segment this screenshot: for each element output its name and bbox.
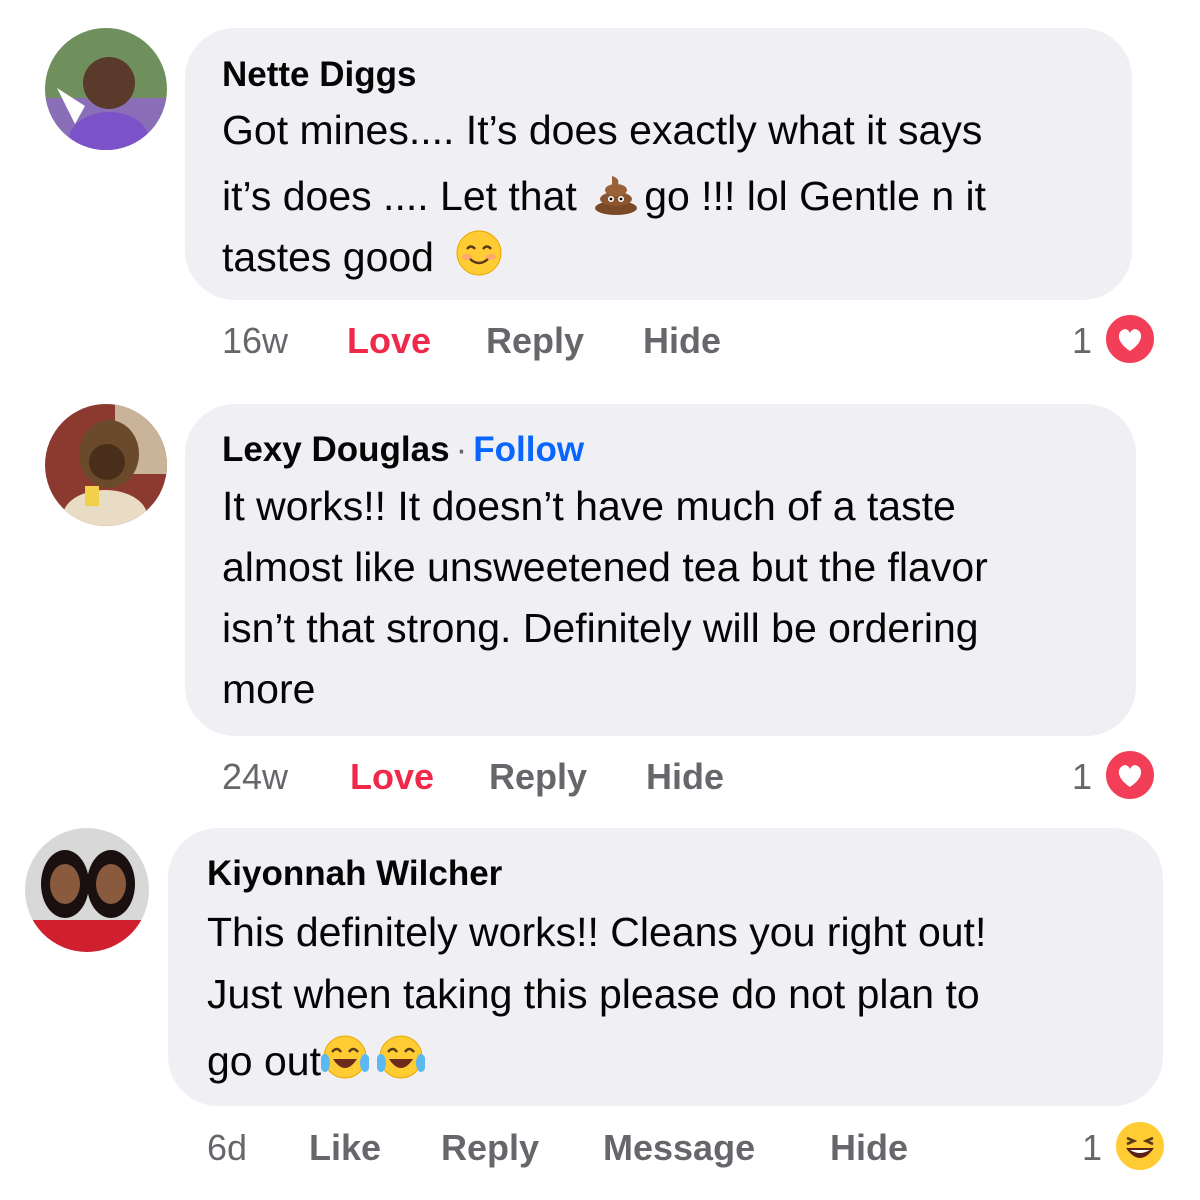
comment-text-line: Just when taking this please do not plan… [207,971,980,1017]
comment-text-line: go out [207,1033,429,1085]
hide-button[interactable]: Hide [830,1127,908,1169]
separator-dot: · [455,430,468,469]
comment-text-line: it’s does .... Let that go !!! lol Gentl… [222,168,986,220]
hide-button[interactable]: Hide [643,320,721,362]
reaction-count[interactable]: 1 [1072,756,1092,798]
love-button[interactable]: Love [347,320,431,362]
smiling-face-emoji [455,229,503,277]
comment-author[interactable]: Kiyonnah Wilcher [207,854,502,894]
comment-text-line: It works!! It doesn’t have much of a tas… [222,483,956,529]
comment-author[interactable]: Lexy Douglas [222,430,450,469]
comment-text-line: almost like unsweetened tea but the flav… [222,544,988,590]
avatar-kiyonnah-wilcher[interactable] [25,828,149,952]
hide-button[interactable]: Hide [646,756,724,798]
comment-actions: 16w Love Reply Hide [222,320,822,364]
avatar-lexy-douglas[interactable] [45,404,167,526]
message-button[interactable]: Message [603,1127,755,1169]
avatar-nette-diggs[interactable] [45,28,167,150]
comment-timestamp[interactable]: 24w [222,756,288,798]
tears-of-joy-emoji [320,1033,370,1081]
haha-reaction-icon[interactable] [1114,1120,1166,1172]
reaction-count[interactable]: 1 [1072,320,1092,362]
reply-button[interactable]: Reply [489,756,587,798]
comment-text-line: tastes good [222,229,507,281]
heart-reaction-icon[interactable] [1104,749,1156,801]
like-button[interactable]: Like [309,1127,381,1169]
comment-timestamp[interactable]: 6d [207,1127,247,1169]
reply-button[interactable]: Reply [486,320,584,362]
reply-button[interactable]: Reply [441,1127,539,1169]
comment-author[interactable]: Nette Diggs [222,55,416,95]
comment-timestamp[interactable]: 16w [222,320,288,362]
love-button[interactable]: Love [350,756,434,798]
follow-button[interactable]: Follow [473,430,584,469]
reaction-count[interactable]: 1 [1082,1127,1102,1169]
comment-actions: 6d Like Reply Message Hide [207,1127,967,1171]
comment-text-line: more [222,666,316,712]
pile-of-poo-emoji [592,168,640,216]
comment-text-line: Got mines.... It’s does exactly what it … [222,107,983,153]
comment-author-row: Lexy Douglas · Follow [222,430,584,470]
comment-text-line: isn’t that strong. Definitely will be or… [222,605,979,651]
comment-actions: 24w Love Reply Hide [222,756,822,800]
comment-text-line: This definitely works!! Cleans you right… [207,909,987,955]
tears-of-joy-emoji [376,1033,426,1081]
heart-reaction-icon[interactable] [1104,313,1156,365]
